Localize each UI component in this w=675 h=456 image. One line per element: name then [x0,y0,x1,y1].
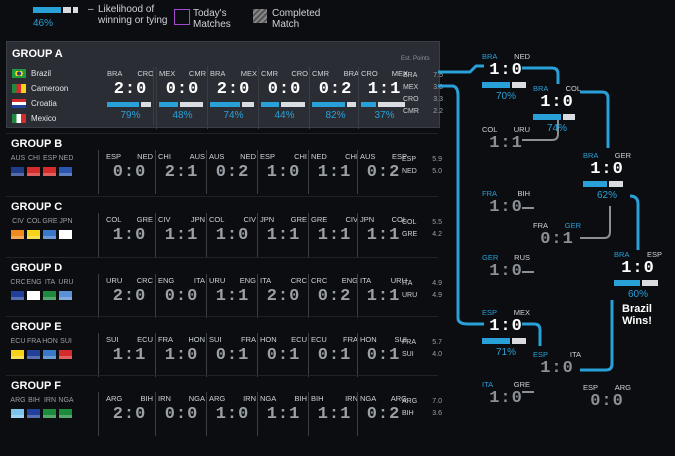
bracket-connector [438,64,484,74]
match-score: 1:0 [540,93,574,112]
team-abbr: BRA [482,52,498,61]
match-score: 1:0 [590,160,624,179]
prob-fill [482,82,510,88]
team-abbr: GER [564,221,581,230]
bracket-match-qf-esp-ita[interactable]: ESP ITA 1:0 [533,350,581,379]
match-percent: 60% [627,289,648,300]
probability-bar [482,338,530,344]
match-teams: ESP ARG [583,383,631,392]
match-score: 1:0 [489,262,523,281]
match-score: 0:1 [540,230,574,249]
team-abbr: ESP [583,383,599,392]
match-teams: ESP ITA [533,350,581,359]
bracket-match-final-bra-esp[interactable]: BRA ESP 1:0 60% [614,250,662,300]
bracket-connector [629,194,640,250]
team-abbr: ESP [482,308,498,317]
match-teams: BRA COL [533,84,581,93]
match-teams: ESP MEX [482,308,530,317]
match-score: 1:0 [489,317,523,336]
bracket-match-qf-bra-col[interactable]: BRA COL 1:0 74% [533,84,581,134]
prob-rest [609,181,623,187]
match-teams: GER RUS [482,253,530,262]
team-abbr: FRA [533,221,548,230]
match-score: 0:0 [590,392,624,411]
team-abbr: COL [565,84,581,93]
bracket-match-r16-fra-bih[interactable]: FRA BIH 1:0 [482,189,530,218]
team-abbr: BRA [614,250,630,259]
team-abbr: GRE [513,380,530,389]
team-abbr: RUS [514,253,530,262]
match-teams: ITA GRE [482,380,530,389]
bracket-connector [580,90,610,148]
team-abbr: BIH [517,189,530,198]
bracket-connector [580,300,614,372]
match-score: 1:0 [489,61,523,80]
match-teams: FRA BIH [482,189,530,198]
match-teams: BRA ESP [614,250,662,259]
bracket-match-r16-ita-gre[interactable]: ITA GRE 1:0 [482,380,530,409]
prob-fill [482,338,510,344]
match-score: 1:1 [489,134,523,153]
match-score: 1:0 [489,389,523,408]
match-score: 1:0 [489,198,523,217]
prob-fill [533,114,561,120]
bracket-match-sf-bra-ger[interactable]: BRA GER 1:0 62% [583,151,631,201]
match-teams: BRA NED [482,52,530,61]
match-percent: 71% [495,347,516,358]
team-abbr: FRA [482,189,497,198]
match-percent: 70% [495,91,516,102]
bracket-match-r16-col-uru[interactable]: COL URU 1:1 [482,125,530,154]
match-percent: 74% [546,123,567,134]
probability-bar [614,280,662,286]
match-teams: COL URU [482,125,530,134]
bracket-connector [438,84,484,326]
match-score: 1:0 [540,359,574,378]
bracket-match-r16-esp-mex[interactable]: ESP MEX 1:0 71% [482,308,530,358]
team-abbr: COL [482,125,498,134]
match-percent: 62% [596,190,617,201]
team-abbr: ITA [482,380,494,389]
prob-rest [512,82,526,88]
prob-fill [583,181,607,187]
team-abbr: URU [513,125,530,134]
team-abbr: ESP [646,250,662,259]
prob-rest [563,114,575,120]
probability-bar [533,114,581,120]
team-abbr: NED [514,52,530,61]
prob-rest [512,338,526,344]
winner-label: Brazil Wins! [622,303,652,327]
team-abbr: ITA [569,350,581,359]
bracket-match-qf-fra-ger[interactable]: FRA GER 0:1 [533,221,581,250]
team-abbr: GER [614,151,631,160]
team-abbr: BRA [583,151,599,160]
team-abbr: BRA [533,84,549,93]
prob-fill [614,280,640,286]
bracket-match-sf-esp-arg[interactable]: ESP ARG 0:0 [583,383,631,412]
prob-rest [642,280,658,286]
team-abbr: ARG [614,383,631,392]
match-teams: BRA GER [583,151,631,160]
team-abbr: GER [482,253,499,262]
match-teams: FRA GER [533,221,581,230]
team-abbr: ESP [533,350,549,359]
bracket-match-r16-bra-ned[interactable]: BRA NED 1:0 70% [482,52,530,102]
bracket-connector [580,206,611,239]
bracket-match-r16-ger-rus[interactable]: GER RUS 1:0 [482,253,530,282]
probability-bar [583,181,631,187]
team-abbr: MEX [513,308,530,317]
match-score: 1:0 [621,259,655,278]
probability-bar [482,82,530,88]
